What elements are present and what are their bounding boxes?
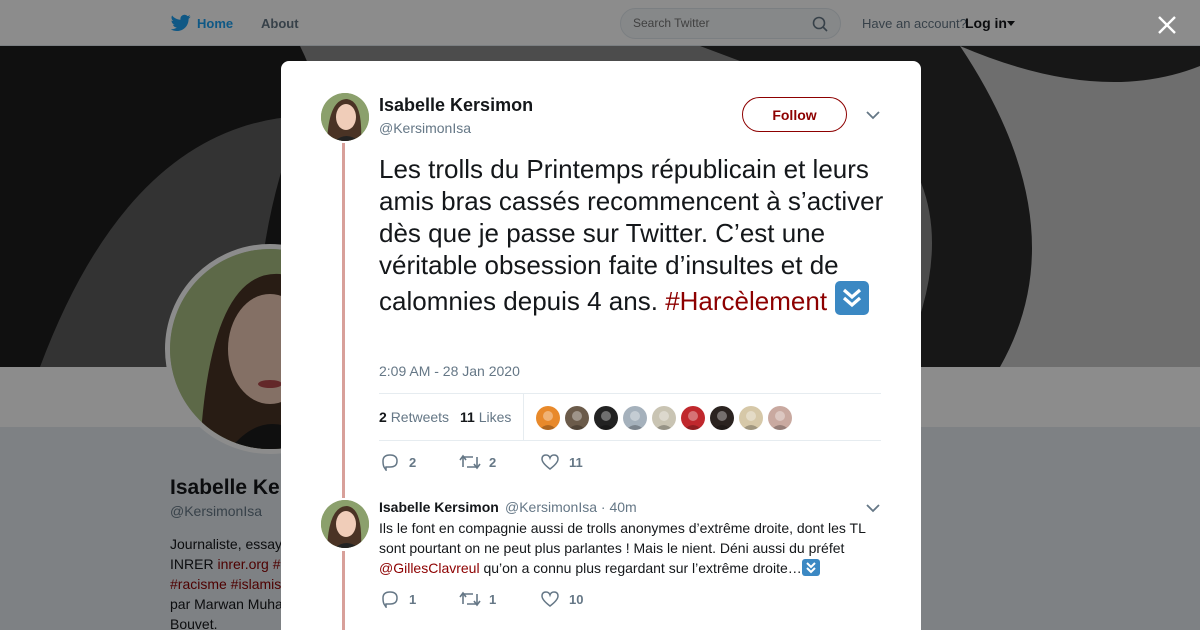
- reply-icon: [382, 454, 398, 471]
- reply-meta: @KersimonIsa · 40m: [505, 499, 637, 515]
- reply-time[interactable]: 40m: [609, 499, 636, 515]
- liker-avatar[interactable]: [652, 406, 676, 430]
- down-arrow-emoji-icon: [835, 281, 870, 315]
- reply-author-name[interactable]: Isabelle Kersimon: [379, 499, 499, 515]
- liker-avatar[interactable]: [565, 406, 589, 430]
- liker-avatar[interactable]: [623, 406, 647, 430]
- reply-icon: [382, 591, 398, 608]
- tweet-modal: Isabelle Kersimon @KersimonIsa Follow Le…: [281, 61, 921, 630]
- reply-author-avatar[interactable]: [321, 500, 369, 548]
- liker-avatar[interactable]: [768, 406, 792, 430]
- heart-icon: [541, 591, 559, 607]
- stats-divider: [523, 394, 524, 441]
- down-arrow-emoji-icon: [801, 559, 820, 576]
- tweet-timestamp[interactable]: 2:09 AM - 28 Jan 2020: [379, 363, 520, 379]
- reply-author-handle[interactable]: @KersimonIsa: [505, 499, 597, 515]
- liker-avatar[interactable]: [739, 406, 763, 430]
- reply-actions: 1 1 10: [381, 590, 681, 610]
- liker-avatar[interactable]: [710, 406, 734, 430]
- heart-icon: [541, 454, 559, 470]
- liker-avatar[interactable]: [681, 406, 705, 430]
- tweet-stats: 2 Retweets 11 Likes: [379, 393, 881, 441]
- liker-avatar[interactable]: [594, 406, 618, 430]
- retweet-icon: [459, 591, 481, 607]
- retweet-icon: [459, 454, 481, 470]
- thread-line: [342, 551, 345, 630]
- hashtag-link[interactable]: #Harcèlement: [665, 286, 827, 316]
- author-handle[interactable]: @KersimonIsa: [379, 120, 471, 136]
- retweets-stat[interactable]: 2 Retweets: [379, 409, 449, 425]
- follow-button[interactable]: Follow: [742, 97, 847, 132]
- tweet-text: Les trolls du Printemps républicain et l…: [379, 153, 891, 317]
- chevron-down-icon[interactable]: [866, 111, 880, 120]
- thread-line: [342, 143, 345, 498]
- reply-text: Ils le font en compagnie aussi de trolls…: [379, 520, 866, 576]
- author-avatar[interactable]: [321, 93, 369, 141]
- close-icon[interactable]: [1156, 14, 1178, 36]
- likes-stat[interactable]: 11 Likes: [460, 409, 511, 425]
- chevron-down-icon[interactable]: [866, 504, 880, 513]
- tweet-actions: 2 2 11: [381, 453, 681, 473]
- mention-link[interactable]: @GillesClavreul: [379, 560, 480, 576]
- author-name[interactable]: Isabelle Kersimon: [379, 95, 533, 116]
- liker-avatar[interactable]: [536, 406, 560, 430]
